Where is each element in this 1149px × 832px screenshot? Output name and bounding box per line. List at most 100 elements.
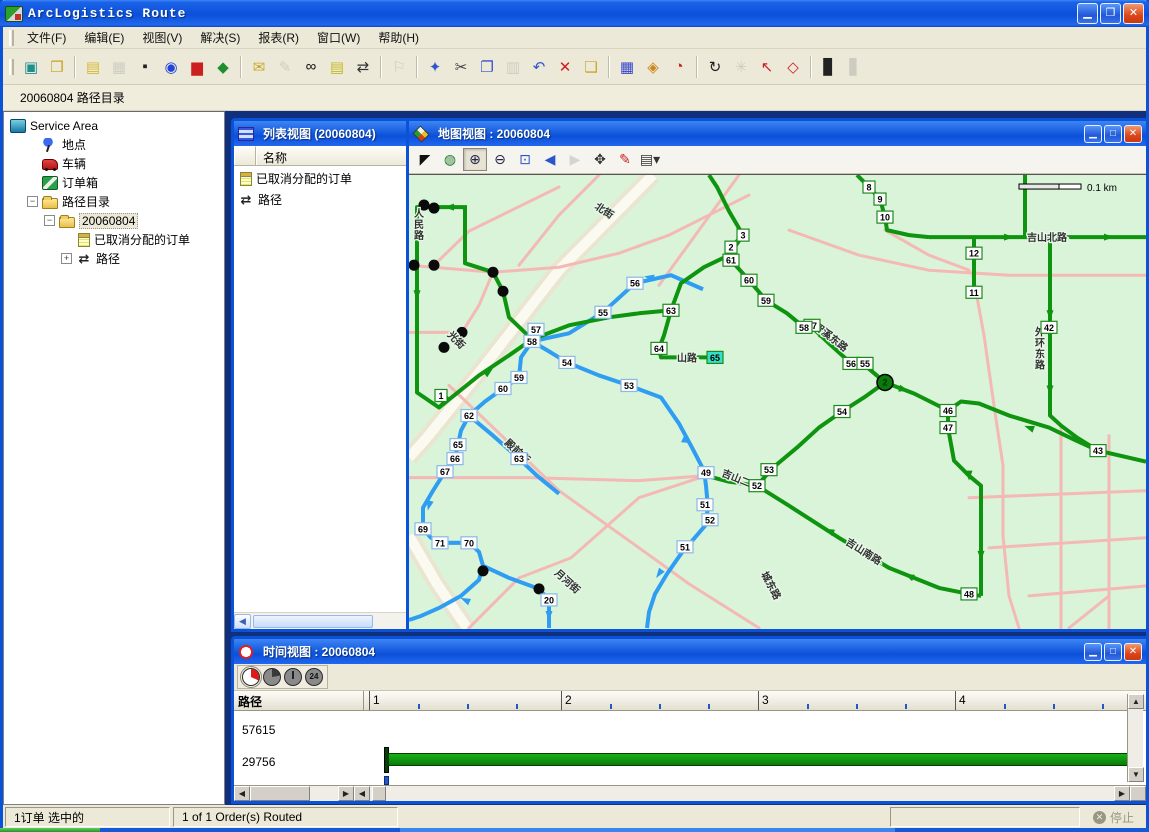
menu-item-3[interactable]: 解决(S)	[191, 28, 249, 48]
routes-icon[interactable]: ⇄	[351, 55, 375, 79]
clock-quarter[interactable]	[263, 668, 281, 686]
tree-item-service-area[interactable]: Service Area	[4, 116, 224, 135]
back-tool[interactable]: ◀	[538, 148, 562, 171]
unassigned-stop-dot[interactable]	[534, 583, 545, 594]
list-view-icon[interactable]: ▦	[615, 55, 639, 79]
list-selector-column-header[interactable]	[234, 146, 256, 165]
undo-icon[interactable]: ↶	[527, 55, 551, 79]
scroll-left-icon[interactable]: ◀	[354, 786, 370, 801]
select-tool[interactable]: ◤	[413, 148, 437, 171]
menu-item-2[interactable]: 视图(V)	[133, 28, 191, 48]
menu-item-1[interactable]: 编辑(E)	[75, 28, 133, 48]
time-minimize-button[interactable]: ▁	[1084, 643, 1102, 661]
zone-select-icon[interactable]: ◇	[781, 55, 805, 79]
timeline-hscroll-track[interactable]	[370, 786, 1114, 801]
time-maximize-button[interactable]: □	[1104, 643, 1122, 661]
new-folder-icon[interactable]: ▤	[81, 55, 105, 79]
pan-tool[interactable]: ✥	[588, 148, 612, 171]
locations-icon[interactable]: ◉	[159, 55, 183, 79]
unassigned-stop-dot[interactable]	[498, 286, 509, 297]
restore-button[interactable]: ❐	[1100, 3, 1121, 24]
time-view-icon[interactable]: ◔	[667, 55, 691, 79]
scroll-right-icon[interactable]: ▶	[338, 786, 354, 801]
unassigned-stop-dot[interactable]	[478, 565, 489, 576]
order-box-icon[interactable]: ◆	[211, 55, 235, 79]
list-hscroll-thumb[interactable]	[253, 615, 373, 628]
minimize-button[interactable]: ▁	[1077, 3, 1098, 24]
route-column-header[interactable]: 路径	[234, 691, 364, 710]
expand-icon[interactable]: +	[61, 253, 72, 264]
map-close-button[interactable]: ✕	[1124, 125, 1142, 143]
collapse-icon[interactable]: −	[44, 215, 55, 226]
toolbar-grip[interactable]	[9, 59, 14, 75]
clock-24h[interactable]: 24	[305, 668, 323, 686]
draw-tool[interactable]: ✎	[613, 148, 637, 171]
orders-list-icon[interactable]: ▤	[325, 55, 349, 79]
route-row-label[interactable]: 29756	[242, 755, 275, 769]
unassigned-stop-dot[interactable]	[429, 203, 440, 214]
scroll-up-icon[interactable]: ▲	[1128, 694, 1144, 709]
map-view-icon[interactable]: ◈	[641, 55, 665, 79]
reassign-select-icon[interactable]: ↖	[755, 55, 779, 79]
time-vscrollbar[interactable]: ▲ ▼	[1127, 694, 1143, 782]
map-minimize-button[interactable]: ▁	[1084, 125, 1102, 143]
gantt-bar[interactable]	[388, 753, 1141, 766]
tree-item--[interactable]: 地点	[4, 135, 224, 154]
unassigned-stop-dot[interactable]	[429, 260, 440, 271]
tree-item--[interactable]: −路径目录	[4, 192, 224, 211]
map-view-title-bar[interactable]: 地图视图 : 20060804 ▁ □ ✕	[409, 121, 1146, 146]
time-close-button[interactable]: ✕	[1124, 643, 1142, 661]
open-project-icon[interactable]: ❒	[45, 55, 69, 79]
tree-item--[interactable]: 订单箱	[4, 173, 224, 192]
menu-item-6[interactable]: 帮助(H)	[369, 28, 428, 48]
print-tool[interactable]: ▤▾	[638, 148, 662, 171]
unassigned-stop-dot[interactable]	[488, 267, 499, 278]
time-cursor-marker[interactable]	[384, 776, 389, 785]
vehicles-icon[interactable]: ▆	[185, 55, 209, 79]
clock-interval-red[interactable]	[242, 668, 260, 686]
unassigned-stop-dot[interactable]	[439, 342, 450, 353]
menu-item-5[interactable]: 窗口(W)	[308, 28, 369, 48]
copy-icon[interactable]: ❐	[475, 55, 499, 79]
assign-orders-icon[interactable]: ✉	[247, 55, 271, 79]
clock-hour[interactable]	[284, 668, 302, 686]
tree-item--[interactable]: 已取消分配的订单	[4, 230, 224, 249]
zoom-select-tool[interactable]: ⊡	[513, 148, 537, 171]
export-icon[interactable]: ❏	[579, 55, 603, 79]
map-maximize-button[interactable]: □	[1104, 125, 1122, 143]
start-button-edge[interactable]	[0, 828, 100, 832]
close-button[interactable]: ✕	[1123, 3, 1144, 24]
zoom-out-tool[interactable]: ⊖	[488, 148, 512, 171]
cut-icon[interactable]: ✂	[449, 55, 473, 79]
menu-item-0[interactable]: 文件(F)	[18, 28, 75, 48]
collapse-icon[interactable]: −	[27, 196, 38, 207]
timeline-hscroll-thumb[interactable]	[372, 786, 386, 801]
stop-button[interactable]: ✕ 停止	[1083, 807, 1144, 827]
lock-icon[interactable]: ▊	[817, 55, 841, 79]
new-project-icon[interactable]: ▣	[19, 55, 43, 79]
delete-icon[interactable]: ✕	[553, 55, 577, 79]
scroll-left-icon[interactable]: ◀	[234, 614, 251, 629]
unassigned-stop-dot[interactable]	[409, 260, 420, 271]
scroll-left-icon[interactable]: ◀	[234, 786, 250, 801]
tree-item--[interactable]: 车辆	[4, 154, 224, 173]
stop-number: 42	[1044, 323, 1054, 333]
map-canvas[interactable]: 北街人民路光街吉山北路智溪东路外环东路山路殿前街月河街吉山二路吉山南路城东路12…	[409, 174, 1146, 629]
full-extent-tool[interactable]: ◍	[438, 148, 462, 171]
time-view-title-bar[interactable]: 时间视图 : 20060804 ▁ □ ✕	[234, 639, 1146, 664]
scroll-right-icon[interactable]: ▶	[1114, 786, 1130, 801]
save-icon[interactable]: ▪	[133, 55, 157, 79]
route-hscroll-thumb[interactable]	[250, 786, 310, 801]
menu-grip[interactable]	[9, 30, 14, 46]
rebuild-routes-icon[interactable]: ↻	[703, 55, 727, 79]
route-hscroll-track[interactable]	[250, 786, 338, 801]
find-icon[interactable]: ∞	[299, 55, 323, 79]
tree-item-20060804[interactable]: −20060804	[4, 211, 224, 230]
properties-icon[interactable]: ✦	[423, 55, 447, 79]
scroll-down-icon[interactable]: ▼	[1128, 767, 1144, 782]
tree-item--[interactable]: +⇄路径	[4, 249, 224, 268]
zoom-in-tool[interactable]: ⊕	[463, 148, 487, 171]
map-image[interactable]: 北街人民路光街吉山北路智溪东路外环东路山路殿前街月河街吉山二路吉山南路城东路12…	[409, 175, 1146, 629]
menu-item-4[interactable]: 报表(R)	[249, 28, 308, 48]
route-row-label[interactable]: 57615	[242, 723, 275, 737]
